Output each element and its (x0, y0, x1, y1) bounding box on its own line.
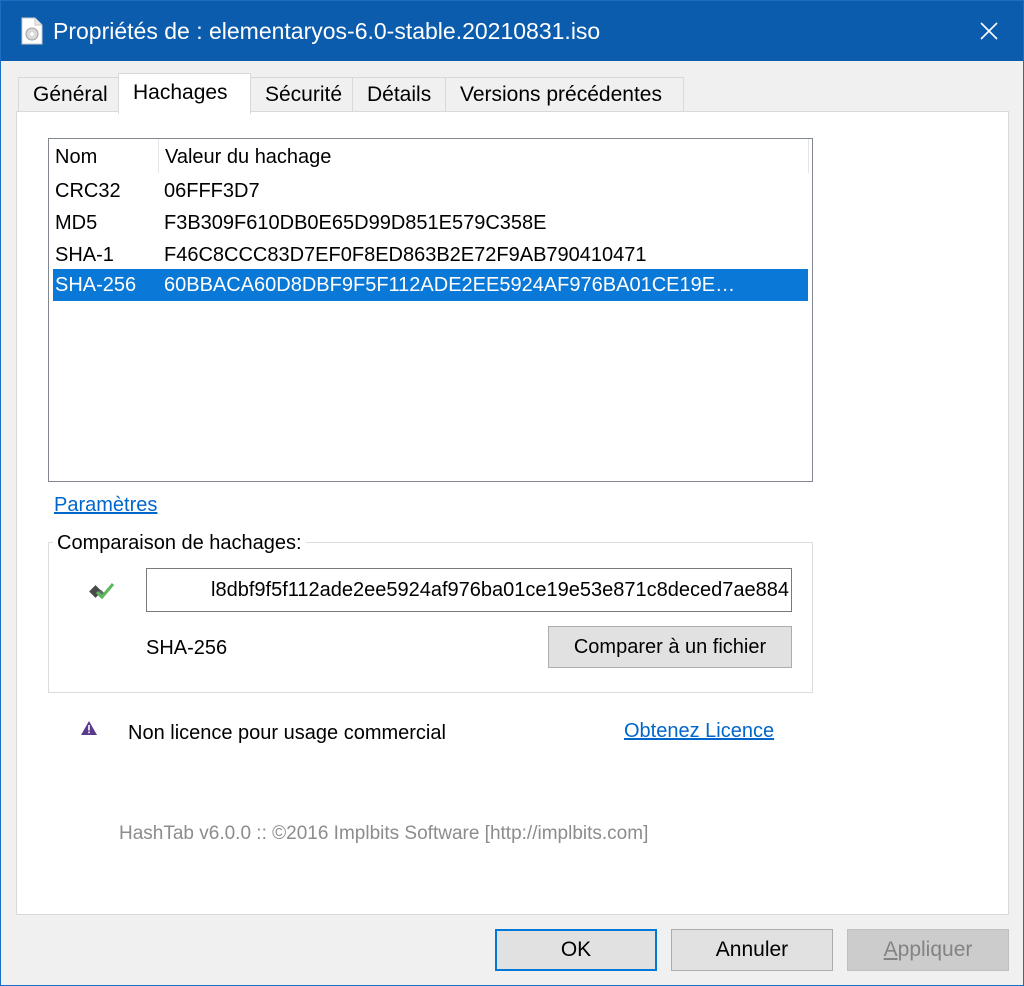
apply-label-rest: ppliquer (897, 938, 973, 961)
hash-row-sha1[interactable]: SHA-1 F46C8CCC83D7EF0F8ED863B2E72F9AB790… (53, 239, 808, 271)
hash-value: 60BBACA60D8DBF9F5F112ADE2EE5924AF976BA01… (164, 274, 736, 296)
close-button[interactable] (955, 1, 1023, 61)
compare-file-button[interactable]: Comparer à un fichier (548, 626, 792, 668)
matched-algorithm-label: SHA-256 (146, 637, 228, 659)
tab-hashes[interactable]: Hachages (118, 73, 251, 114)
file-icon (21, 17, 43, 45)
hash-value: F46C8CCC83D7EF0F8ED863B2E72F9AB790410471 (164, 244, 647, 266)
cancel-button[interactable]: Annuler (671, 929, 833, 971)
close-icon (980, 22, 998, 40)
properties-window: Propriétés de : elementaryos-6.0-stable.… (0, 0, 1024, 986)
hash-name: SHA-1 (55, 244, 114, 266)
warning-icon (81, 721, 97, 740)
apply-button[interactable]: Appliquer (847, 929, 1009, 971)
hash-value: F3B309F610DB0E65D99D851E579C358E (164, 212, 547, 234)
title-bar[interactable]: Propriétés de : elementaryos-6.0-stable.… (1, 1, 1023, 61)
hash-list-header: Nom Valeur du hachage (49, 139, 812, 173)
get-license-link[interactable]: Obtenez Licence (624, 720, 774, 743)
verified-check-icon (89, 581, 115, 606)
hash-compare-input[interactable]: l8dbf9f5f112ade2ee5924af976ba01ce19e53e8… (146, 568, 792, 612)
settings-link[interactable]: Paramètres (54, 494, 157, 517)
license-warning-text: Non licence pour usage commercial (128, 722, 446, 744)
tab-general[interactable]: Général (18, 77, 119, 113)
hash-row-crc32[interactable]: CRC32 06FFF3D7 (53, 175, 808, 207)
column-header-name[interactable]: Nom (49, 139, 159, 173)
tab-details[interactable]: Détails (352, 77, 446, 113)
hash-row-md5[interactable]: MD5 F3B309F610DB0E65D99D851E579C358E (53, 207, 808, 239)
window-title: Propriétés de : elementaryos-6.0-stable.… (53, 18, 601, 44)
hashes-panel: Nom Valeur du hachage CRC32 06FFF3D7 MD5… (16, 111, 1009, 915)
hash-comparison-group: Comparaison de hachages: l8dbf9f5f112ade… (48, 531, 813, 693)
hash-name: SHA-256 (55, 274, 137, 296)
hash-compare-input-value: l8dbf9f5f112ade2ee5924af976ba01ce19e53e8… (211, 579, 789, 601)
comparison-group-label: Comparaison de hachages: (53, 531, 306, 555)
tab-previous-versions[interactable]: Versions précédentes (445, 77, 684, 113)
hash-row-sha256[interactable]: SHA-256 60BBACA60D8DBF9F5F112ADE2EE5924A… (53, 269, 808, 301)
ok-button[interactable]: OK (495, 929, 657, 971)
hash-name: MD5 (55, 212, 98, 234)
hash-list[interactable]: Nom Valeur du hachage CRC32 06FFF3D7 MD5… (48, 138, 813, 482)
version-footer: HashTab v6.0.0 :: ©2016 Implbits Softwar… (119, 823, 649, 844)
tab-security[interactable]: Sécurité (250, 77, 353, 113)
tab-strip: Général Hachages Sécurité Détails Versio… (18, 73, 1018, 114)
hash-value: 06FFF3D7 (164, 180, 260, 202)
hash-name: CRC32 (55, 180, 121, 202)
apply-accelerator: A (883, 938, 898, 961)
column-header-hash-value[interactable]: Valeur du hachage (159, 139, 809, 173)
